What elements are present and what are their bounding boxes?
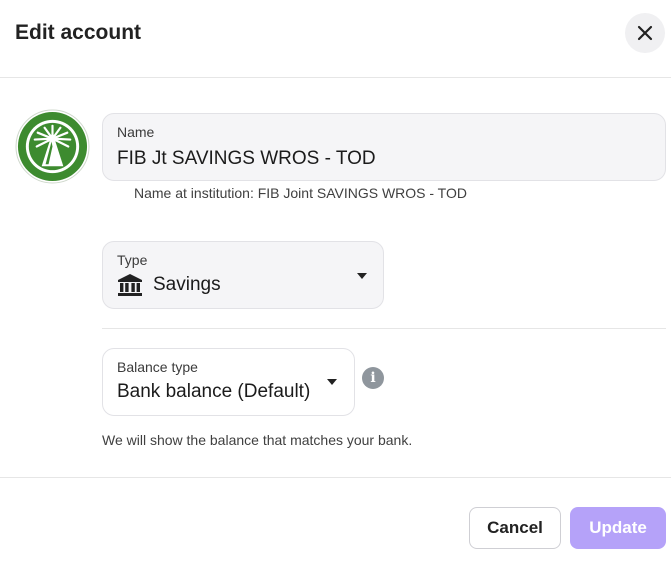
balance-helper-text: We will show the balance that matches yo… — [102, 432, 413, 448]
type-select[interactable]: Type Savings — [102, 241, 384, 309]
name-at-institution-text: Name at institution: FIB Joint SAVINGS W… — [134, 185, 467, 201]
name-field-value: FIB Jt SAVINGS WROS - TOD — [117, 148, 376, 169]
balance-type-value: Bank balance (Default) — [117, 381, 311, 402]
type-field-value: Savings — [153, 274, 221, 295]
footer-divider — [0, 477, 671, 478]
bank-icon — [118, 274, 142, 296]
dialog-title: Edit account — [15, 21, 142, 44]
section-divider — [102, 328, 666, 329]
name-field-label: Name — [117, 124, 155, 140]
close-icon — [637, 25, 653, 41]
institution-logo-icon — [15, 109, 90, 184]
dialog-header: Edit account — [0, 0, 671, 78]
type-field-label: Type — [117, 252, 148, 268]
balance-type-select[interactable]: Balance type Bank balance (Default) — [102, 348, 355, 416]
chevron-down-icon — [357, 273, 367, 279]
cancel-button[interactable]: Cancel — [469, 507, 561, 549]
balance-type-label: Balance type — [117, 359, 198, 375]
type-value-row: Savings — [117, 273, 221, 297]
close-button[interactable] — [625, 13, 665, 53]
chevron-down-icon — [327, 379, 337, 385]
info-icon[interactable]: i — [362, 367, 384, 389]
update-button[interactable]: Update — [570, 507, 666, 549]
name-field[interactable]: Name FIB Jt SAVINGS WROS - TOD — [102, 113, 666, 181]
edit-account-dialog: Edit account Name FIB Jt SAVINGS WROS - … — [0, 0, 671, 561]
